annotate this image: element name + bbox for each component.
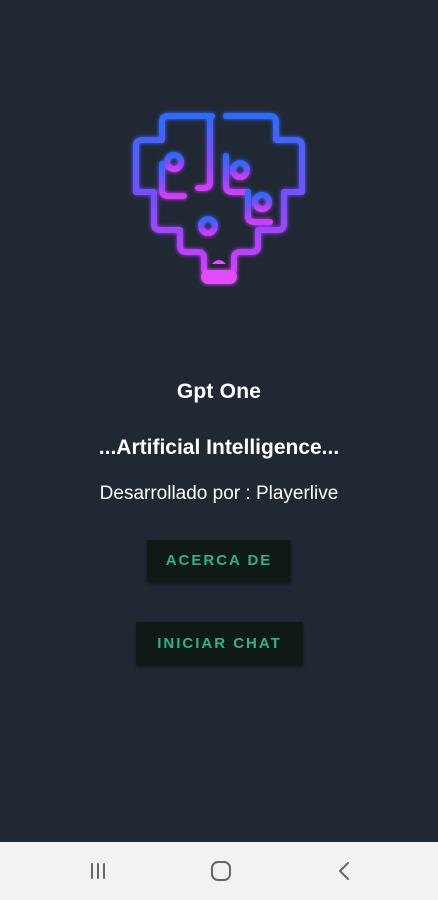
recents-icon: [91, 863, 105, 879]
about-button[interactable]: ACERCA DE: [147, 540, 291, 582]
back-icon: [339, 862, 349, 880]
system-navigation-bar: [0, 842, 438, 900]
developer-credit: Desarrollado por : Playerlive: [99, 483, 339, 504]
start-chat-button[interactable]: INICIAR CHAT: [136, 622, 303, 665]
brain-circuit-icon: [133, 113, 305, 284]
recents-button[interactable]: [68, 842, 128, 900]
home-button[interactable]: [191, 842, 251, 900]
back-button[interactable]: [314, 842, 374, 900]
splash-screen: Gpt One ...Artificial Intelligence... De…: [0, 0, 438, 842]
app-tagline: ...Artificial Intelligence...: [98, 436, 340, 459]
app-title: Gpt One: [176, 380, 262, 403]
home-icon: [211, 861, 231, 881]
